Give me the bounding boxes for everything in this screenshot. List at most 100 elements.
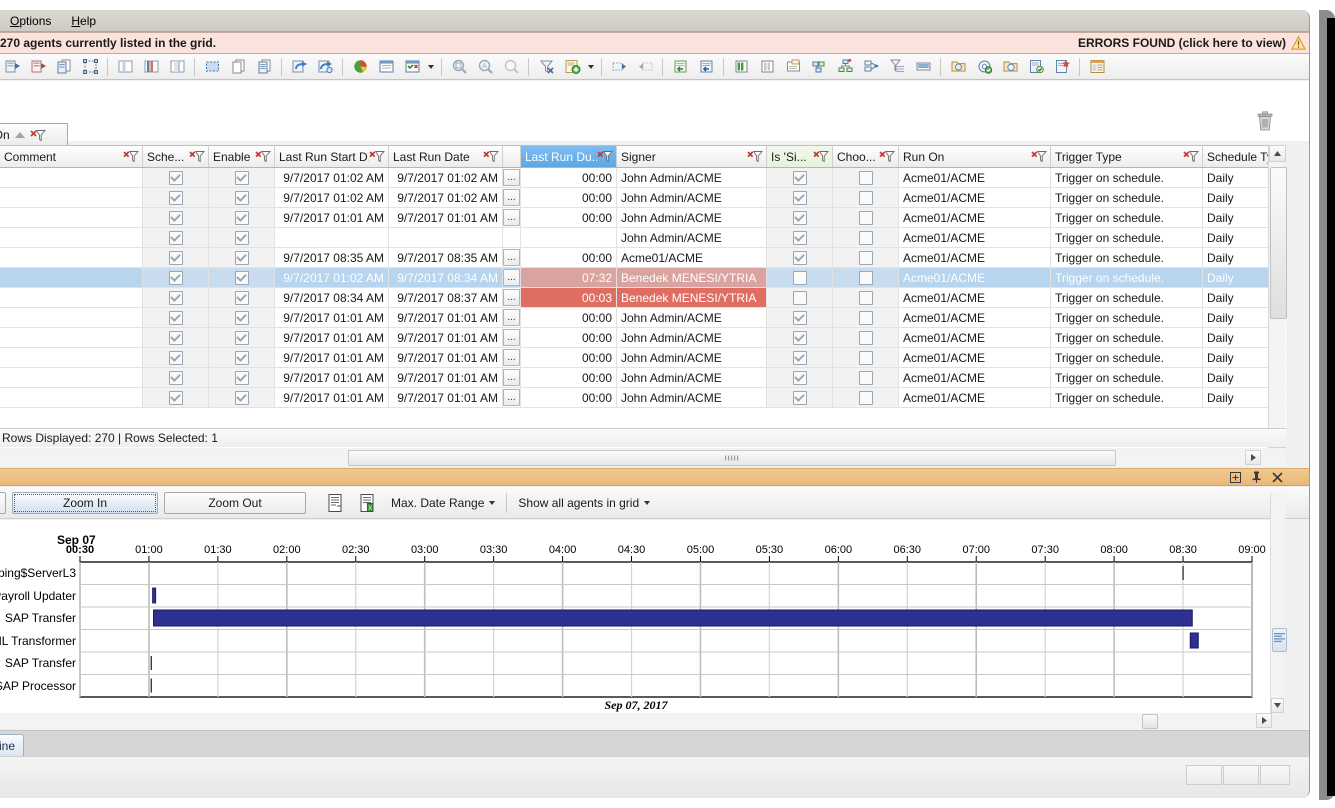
checkbox-enable[interactable] xyxy=(234,310,249,325)
share-settings-icon[interactable] xyxy=(313,55,337,79)
checkbox-choo[interactable] xyxy=(858,370,873,385)
server-tree-icon[interactable] xyxy=(833,55,857,79)
table-row[interactable]: 9/7/2017 01:01 AM 9/7/2017 01:01 AM... 00:… xyxy=(0,208,1286,228)
grid-column-header-comment[interactable]: Comment xyxy=(0,146,143,167)
checkbox-is_si[interactable] xyxy=(792,390,807,405)
folder-settings-icon[interactable] xyxy=(998,55,1022,79)
checkbox-choo[interactable] xyxy=(858,310,873,325)
checkbox-enable[interactable] xyxy=(234,190,249,205)
add-page-icon[interactable] xyxy=(560,55,584,79)
checkbox-is_si[interactable] xyxy=(792,230,807,245)
max-date-range-dropdown[interactable]: Max. Date Range xyxy=(386,494,500,512)
trash-icon[interactable] xyxy=(1255,109,1275,133)
checkbox-choo[interactable] xyxy=(858,250,873,265)
checkbox-sche[interactable] xyxy=(168,370,183,385)
layout-icon[interactable] xyxy=(1085,55,1109,79)
checkbox-is_si[interactable] xyxy=(792,370,807,385)
checkbox-choo[interactable] xyxy=(858,170,873,185)
column-single-icon[interactable] xyxy=(113,55,137,79)
design-icon[interactable] xyxy=(78,55,102,79)
grid-column-header-sche[interactable]: Sche... xyxy=(143,146,209,167)
checkbox-is_si[interactable] xyxy=(792,350,807,365)
zoom-search-icon[interactable] xyxy=(447,55,471,79)
tab-timeline[interactable]: neline xyxy=(0,734,25,756)
checkbox-is_si[interactable] xyxy=(792,190,807,205)
checkbox-choo[interactable] xyxy=(858,270,873,285)
checkbox-choo[interactable] xyxy=(858,230,873,245)
checkbox-sche[interactable] xyxy=(168,250,183,265)
filter-clear-icon[interactable] xyxy=(747,150,763,163)
filter-clear-icon[interactable] xyxy=(255,150,271,163)
bar-green-icon[interactable] xyxy=(729,55,753,79)
zoom-out-icon[interactable] xyxy=(499,55,523,79)
group-sort-chip-run-on[interactable]: un On xyxy=(0,123,68,147)
server-pair-icon[interactable] xyxy=(807,55,831,79)
checkbox-enable[interactable] xyxy=(234,210,249,225)
filter-clear-icon[interactable] xyxy=(1031,150,1047,163)
copy-doc-icon[interactable] xyxy=(52,55,76,79)
row-details-button[interactable]: ... xyxy=(503,329,520,346)
gear-check-icon[interactable] xyxy=(972,55,996,79)
checkbox-sche[interactable] xyxy=(168,290,183,305)
document-export-icon[interactable]: X xyxy=(354,490,380,516)
gantt-vertical-scrollbar[interactable] xyxy=(1270,493,1287,713)
select-region-icon[interactable] xyxy=(200,55,224,79)
note-icon[interactable] xyxy=(781,55,805,79)
row-details-button[interactable]: ... xyxy=(503,249,520,266)
filter-clear-icon[interactable] xyxy=(597,150,613,163)
export-left-icon[interactable] xyxy=(0,55,24,79)
checkbox-choo[interactable] xyxy=(858,350,873,365)
grid-scroll-thumb[interactable] xyxy=(1270,167,1287,319)
checkbox-sche[interactable] xyxy=(168,210,183,225)
table-row[interactable]: 9/7/2017 01:01 AM 9/7/2017 01:01 AM... 00:… xyxy=(0,388,1286,408)
arrow-out-icon[interactable] xyxy=(633,55,657,79)
row-details-button[interactable]: ... xyxy=(503,169,520,186)
checkbox-enable[interactable] xyxy=(234,270,249,285)
grid-column-header-enable[interactable]: Enable xyxy=(209,146,275,167)
column-wide-icon[interactable] xyxy=(165,55,189,79)
row-details-button[interactable]: ... xyxy=(503,269,520,286)
checkbox-sche[interactable] xyxy=(168,170,183,185)
gantt-horizontal-scrollbar[interactable] xyxy=(0,713,1272,729)
errors-found-link[interactable]: ERRORS FOUND (click here to view) xyxy=(1078,36,1306,50)
grid-vertical-scrollbar[interactable] xyxy=(1268,145,1287,448)
chart-pie-icon[interactable] xyxy=(348,55,372,79)
checkbox-is_si[interactable] xyxy=(792,330,807,345)
filter-list-icon[interactable] xyxy=(885,55,909,79)
filter-clear-icon[interactable] xyxy=(813,150,829,163)
table-row[interactable]: 9/7/2017 08:34 AM 9/7/2017 08:37 AM... 00:… xyxy=(0,288,1286,308)
scroll-right-arrow[interactable] xyxy=(1245,450,1261,465)
checkbox-sche[interactable] xyxy=(168,190,183,205)
checkbox-enable[interactable] xyxy=(234,170,249,185)
checkbox-sche[interactable] xyxy=(168,270,183,285)
grid-column-header-last_run_dur[interactable]: Last Run Du... xyxy=(521,146,617,167)
grid-column-header-signer[interactable]: Signer xyxy=(617,146,767,167)
checkbox-enable[interactable] xyxy=(234,230,249,245)
gantt-hscroll-thumb[interactable] xyxy=(1142,714,1158,729)
copy-icon[interactable] xyxy=(226,55,250,79)
maximize-icon[interactable] xyxy=(1229,471,1241,483)
checkbox-sche[interactable] xyxy=(168,350,183,365)
checkbox-choo[interactable] xyxy=(858,390,873,405)
grid-window-icon[interactable] xyxy=(374,55,398,79)
pin-icon[interactable] xyxy=(1250,471,1262,483)
gantt-scroll-down-arrow[interactable] xyxy=(1271,698,1284,713)
chevron-down-icon[interactable] xyxy=(586,56,596,78)
checkbox-is_si[interactable] xyxy=(792,210,807,225)
import-left-icon[interactable] xyxy=(26,55,50,79)
grid-column-header-last_run_date[interactable]: Last Run Date xyxy=(389,146,503,167)
checkbox-enable[interactable] xyxy=(234,390,249,405)
show-agents-dropdown[interactable]: Show all agents in grid xyxy=(513,494,655,512)
checkbox-sche[interactable] xyxy=(168,390,183,405)
grid-column-header-run_on[interactable]: Run On xyxy=(899,146,1051,167)
checkbox-enable[interactable] xyxy=(234,350,249,365)
bar-gray-icon[interactable] xyxy=(755,55,779,79)
gantt-scroll-thumb[interactable] xyxy=(1272,628,1287,652)
filter-clear-icon[interactable] xyxy=(534,55,558,79)
checkbox-enable[interactable] xyxy=(234,330,249,345)
checkbox-enable[interactable] xyxy=(234,250,249,265)
checkbox-is_si[interactable] xyxy=(792,270,807,285)
checkbox-choo[interactable] xyxy=(858,210,873,225)
doc-star-icon[interactable] xyxy=(1050,55,1074,79)
row-details-button[interactable]: ... xyxy=(503,189,520,206)
